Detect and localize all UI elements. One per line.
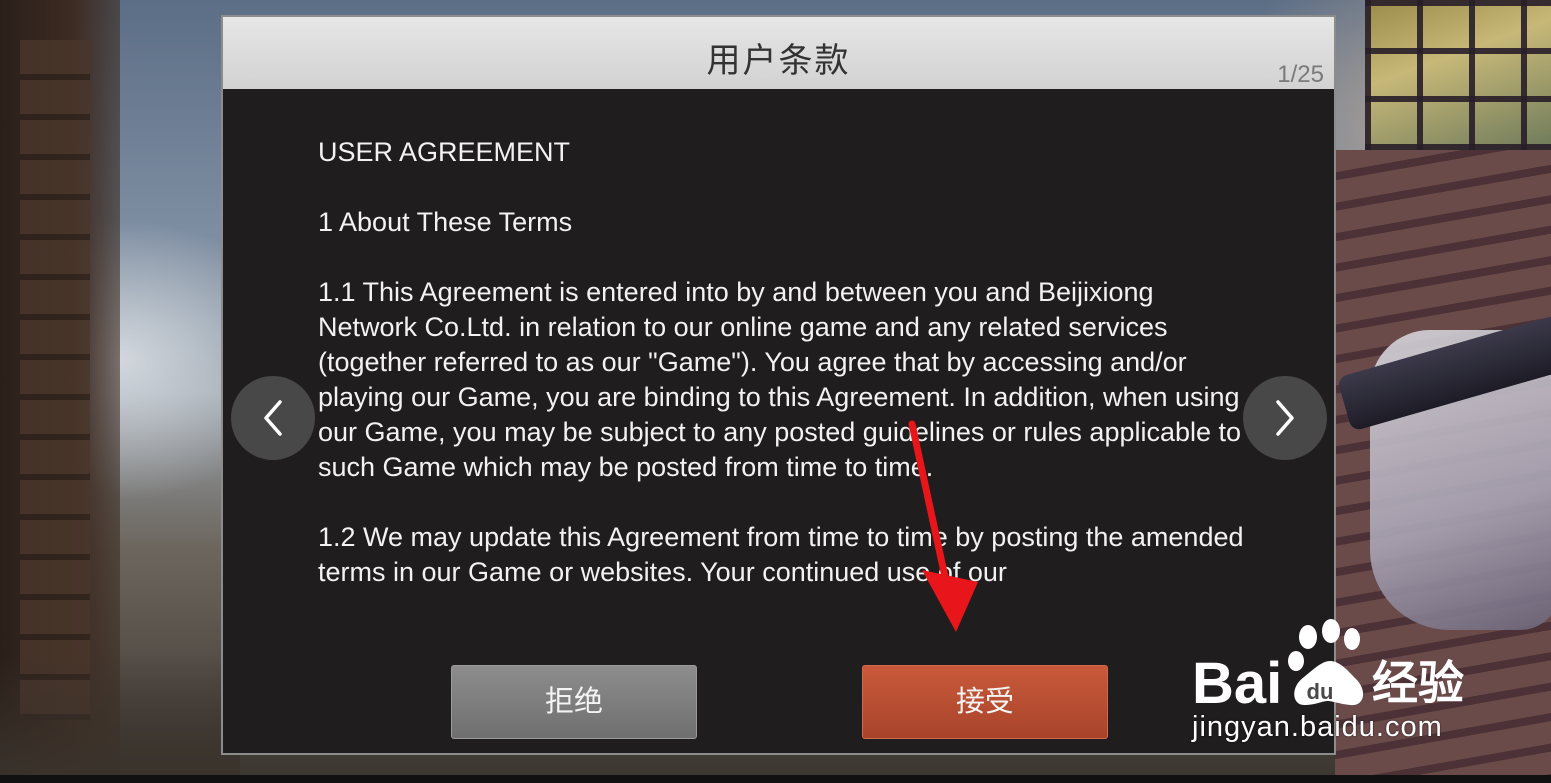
baidu-jingyan-logo: Bai du 经验: [1192, 619, 1464, 711]
accept-button[interactable]: 接受: [862, 665, 1108, 739]
background-window: [1365, 0, 1551, 150]
agreement-paragraph: 1.2 We may update this Agreement from ti…: [318, 522, 1244, 587]
background-ground: [0, 653, 240, 783]
watermark-url: jingyan.baidu.com: [1192, 711, 1443, 743]
chevron-right-icon: [1276, 400, 1294, 436]
chevron-left-icon: [264, 400, 282, 436]
agreement-text-scroll[interactable]: USER AGREEMENT 1 About These Terms 1.1 T…: [318, 135, 1248, 625]
reject-button[interactable]: 拒绝: [451, 665, 697, 739]
dialog-header: 用户条款 1/25: [223, 17, 1334, 89]
page-counter: 1/25: [1277, 61, 1324, 88]
previous-page-button[interactable]: [231, 376, 315, 460]
user-agreement-dialog: 用户条款 1/25 USER AGREEMENT 1 About These T…: [221, 15, 1336, 755]
svg-text:du: du: [1307, 679, 1334, 704]
agreement-paragraph: 1.1 This Agreement is entered into by an…: [318, 277, 1242, 482]
baidu-watermark: Bai du 经验 jingyan.baidu.com: [1188, 615, 1488, 755]
dialog-title: 用户条款: [706, 42, 851, 80]
svg-text:Bai: Bai: [1192, 651, 1282, 711]
svg-text:经验: 经验: [1372, 656, 1464, 710]
bottom-strip: [0, 775, 1551, 783]
section-title: 1 About These Terms: [318, 207, 573, 237]
agreement-heading: USER AGREEMENT: [318, 137, 571, 167]
next-page-button[interactable]: [1243, 376, 1327, 460]
